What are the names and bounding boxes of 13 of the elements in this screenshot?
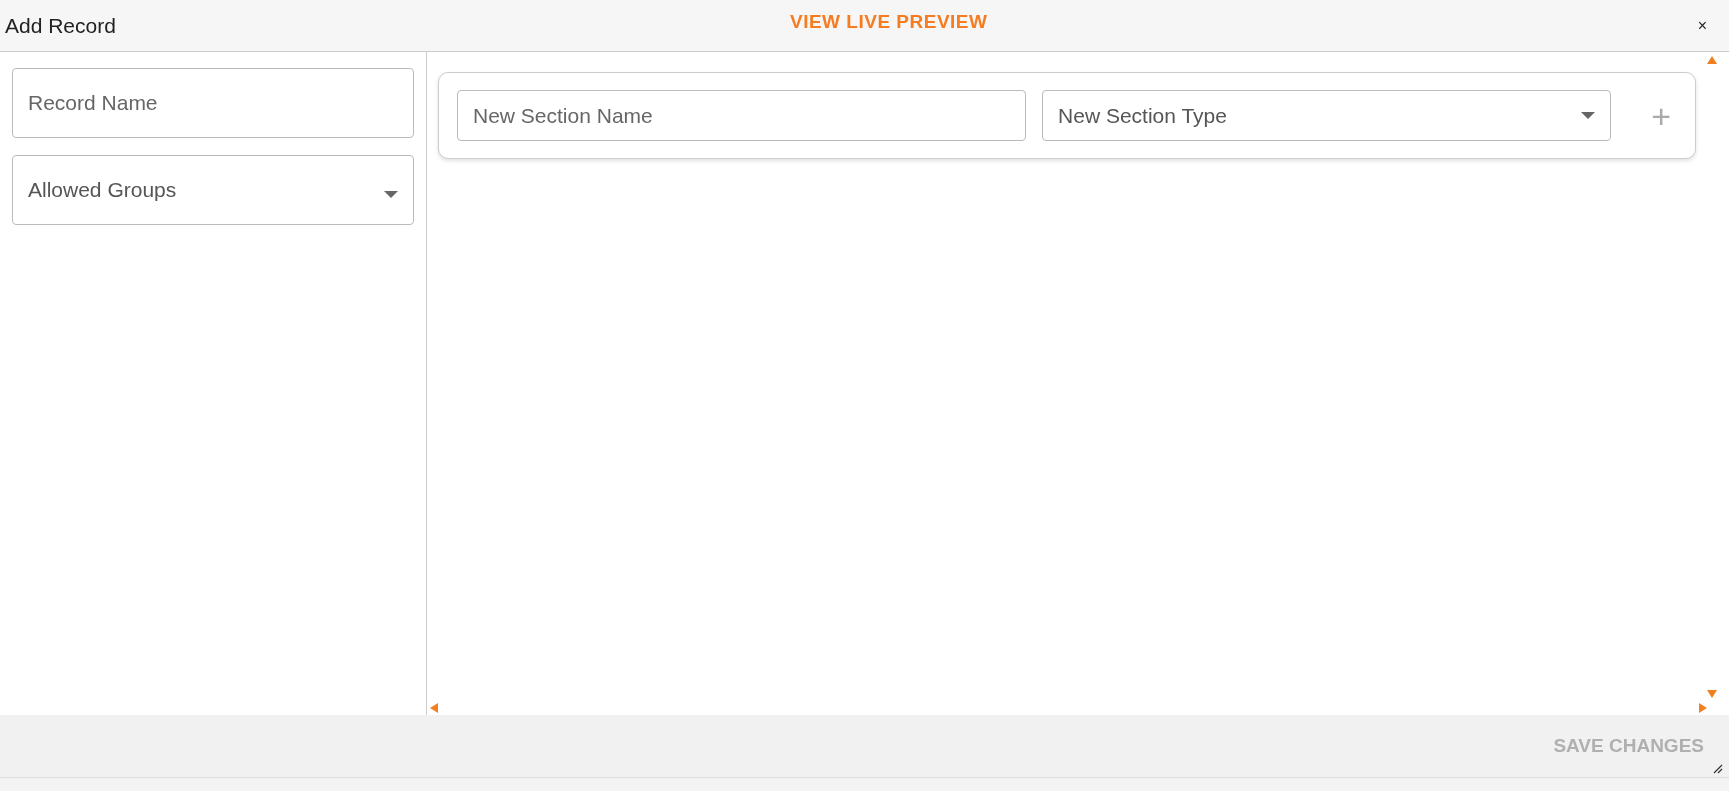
section-name-field[interactable]: New Section Name: [457, 90, 1027, 141]
caret-icon: [1581, 112, 1596, 119]
scroll-left-icon[interactable]: [430, 703, 438, 713]
close-button[interactable]: ×: [1693, 14, 1711, 37]
section-type-dropdown[interactable]: New Section Type: [1042, 90, 1612, 141]
resize-grip-icon[interactable]: [1713, 764, 1723, 774]
scroll-right-icon[interactable]: [1699, 703, 1707, 713]
dialog-title: Add Record: [4, 13, 116, 38]
record-name-field[interactable]: Record Name: [12, 68, 414, 138]
caret-icon: [384, 190, 398, 198]
groups-dropdown[interactable]: Allowed Groups: [12, 155, 414, 225]
scroll-down-icon[interactable]: [1707, 690, 1717, 698]
scroll-up-icon[interactable]: [1707, 56, 1717, 64]
